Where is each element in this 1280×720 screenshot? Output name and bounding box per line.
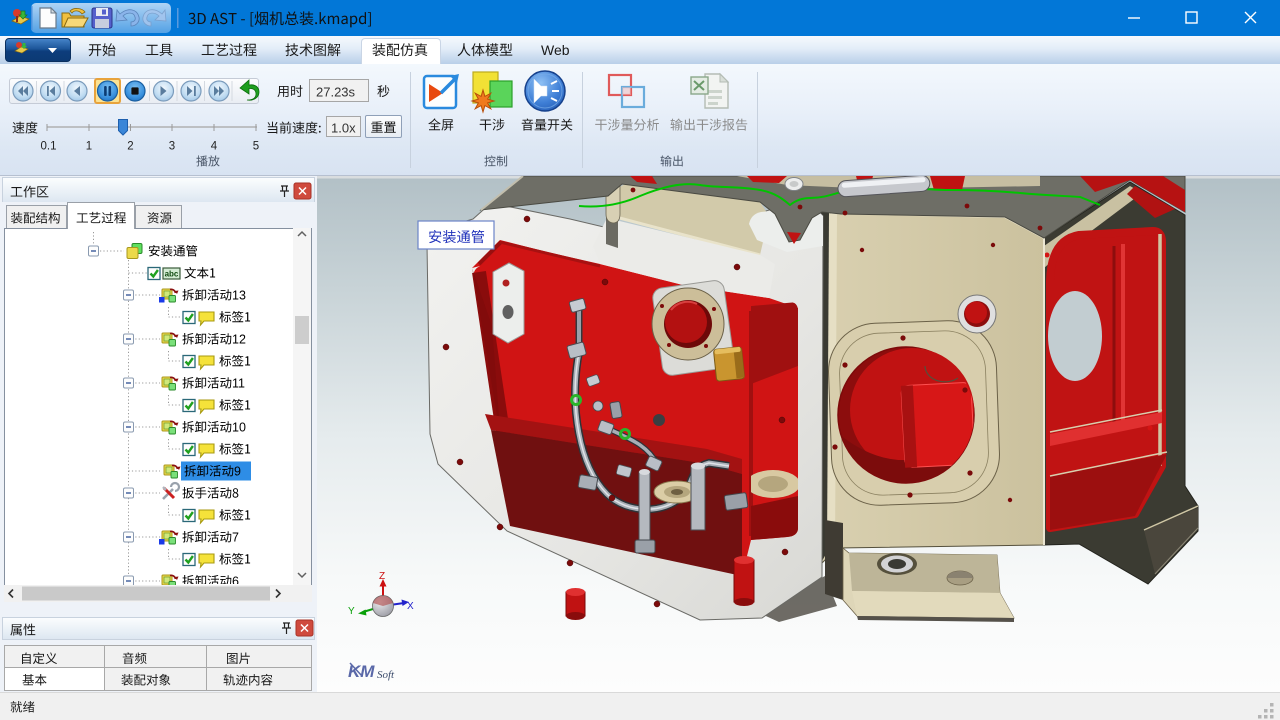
svg-text:Z: Z <box>379 571 385 582</box>
svg-text:Soft: Soft <box>377 669 395 681</box>
svg-text:Y: Y <box>348 606 355 617</box>
svg-text:X: X <box>407 601 414 612</box>
svg-text:abc: abc <box>165 270 179 279</box>
